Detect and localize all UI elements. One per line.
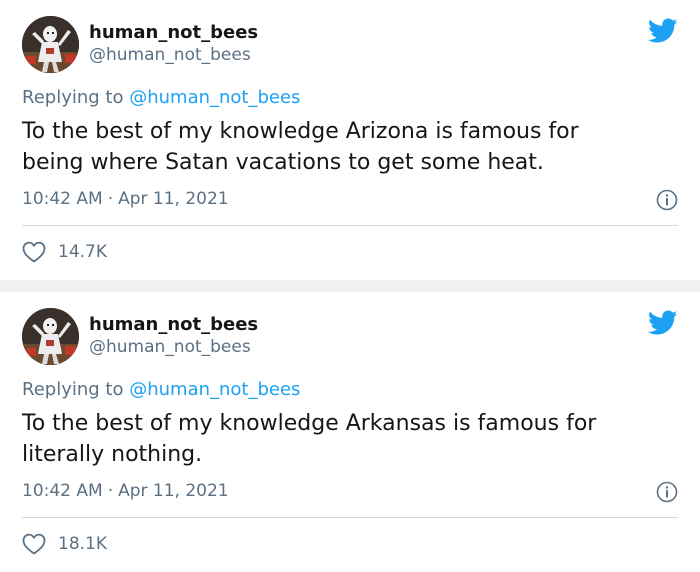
avatar[interactable] <box>22 16 79 73</box>
separator: · <box>107 189 114 209</box>
author-name[interactable]: human_not_bees <box>89 314 258 335</box>
replying-to: Replying to @human_not_bees <box>22 379 300 400</box>
twitter-bird-icon[interactable] <box>648 18 678 44</box>
tweet-date: Apr 11, 2021 <box>118 189 229 209</box>
separator: · <box>107 481 114 501</box>
like-count: 14.7K <box>58 242 107 262</box>
info-icon[interactable] <box>656 189 678 211</box>
avatar-image <box>22 16 79 73</box>
tweet-time: 10:42 AM <box>22 189 103 209</box>
avatar[interactable] <box>22 308 79 365</box>
reply-mention-link[interactable]: @human_not_bees <box>129 379 300 400</box>
tweet-card[interactable]: human_not_bees @human_not_bees Replying … <box>0 292 700 572</box>
tweet-text: To the best of my knowledge Arizona is f… <box>22 119 579 175</box>
tweet-card[interactable]: human_not_bees @human_not_bees Replying … <box>0 0 700 280</box>
tweet-text: To the best of my knowledge Arkansas is … <box>22 411 597 467</box>
divider <box>22 517 678 518</box>
tweet-timestamp[interactable]: 10:42 AM · Apr 11, 2021 <box>22 189 229 209</box>
avatar-image <box>22 308 79 365</box>
replying-prefix: Replying to <box>22 379 124 400</box>
author-handle[interactable]: @human_not_bees <box>89 45 251 65</box>
tweet-timestamp[interactable]: 10:42 AM · Apr 11, 2021 <box>22 481 229 501</box>
like-button[interactable]: 14.7K <box>22 241 107 263</box>
like-count: 18.1K <box>58 534 107 554</box>
divider <box>22 225 678 226</box>
like-button[interactable]: 18.1K <box>22 533 107 555</box>
tweet-time: 10:42 AM <box>22 481 103 501</box>
tweet-date: Apr 11, 2021 <box>118 481 229 501</box>
heart-icon <box>22 241 46 263</box>
author-name[interactable]: human_not_bees <box>89 22 258 43</box>
heart-icon <box>22 533 46 555</box>
author-handle[interactable]: @human_not_bees <box>89 337 251 357</box>
info-icon[interactable] <box>656 481 678 503</box>
twitter-bird-icon[interactable] <box>648 310 678 336</box>
replying-prefix: Replying to <box>22 87 124 108</box>
reply-mention-link[interactable]: @human_not_bees <box>129 87 300 108</box>
replying-to: Replying to @human_not_bees <box>22 87 300 108</box>
